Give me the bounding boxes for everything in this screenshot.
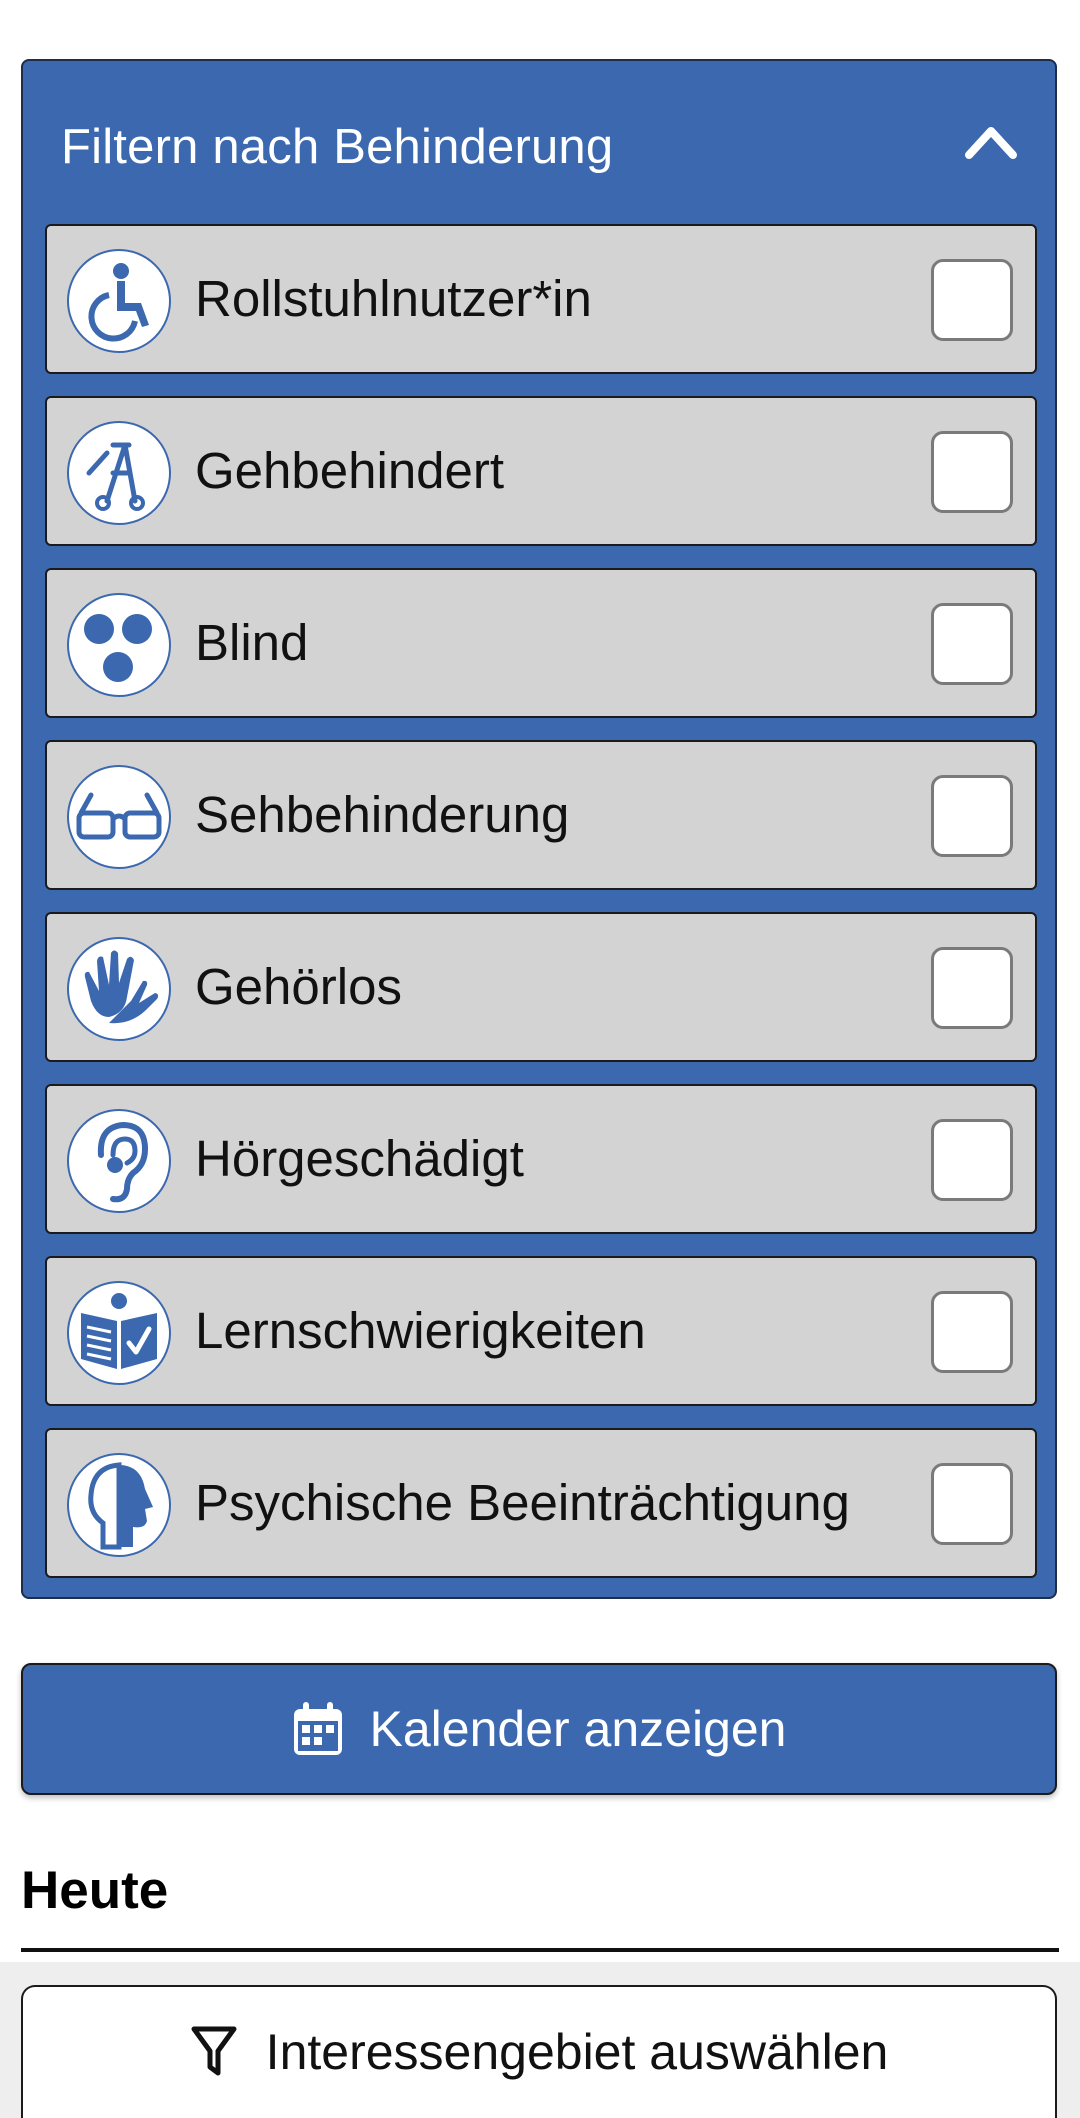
filter-item-mental-health[interactable]: Psychische Beeinträchtigung xyxy=(45,1428,1037,1578)
mental-health-checkbox[interactable] xyxy=(931,1463,1013,1545)
blind-dots-icon xyxy=(67,593,171,697)
filter-item-visual-impairment[interactable]: Sehbehinderung xyxy=(45,740,1037,890)
filter-item-hearing-impaired[interactable]: Hörgeschädigt xyxy=(45,1084,1037,1234)
filter-item-label: Rollstuhlnutzer*in xyxy=(195,270,592,327)
filter-panel-header[interactable]: Filtern nach Behinderung xyxy=(23,61,1055,221)
filter-item-label: Lernschwierigkeiten xyxy=(195,1302,646,1359)
show-calendar-button[interactable]: Kalender anzeigen xyxy=(21,1663,1057,1795)
blind-checkbox[interactable] xyxy=(931,603,1013,685)
filter-item-wheelchair[interactable]: Rollstuhlnutzer*in xyxy=(45,224,1037,374)
disability-filter-panel: Filtern nach Behinderung Rollstuhlnutzer… xyxy=(21,59,1057,1599)
filter-item-deaf[interactable]: Gehörlos xyxy=(45,912,1037,1062)
glasses-icon xyxy=(67,765,171,869)
wheelchair-checkbox[interactable] xyxy=(931,259,1013,341)
show-calendar-label: Kalender anzeigen xyxy=(369,1701,787,1757)
visual-impairment-checkbox[interactable] xyxy=(931,775,1013,857)
filter-item-blind[interactable]: Blind xyxy=(45,568,1037,718)
sign-language-icon xyxy=(67,937,171,1041)
select-interest-button[interactable]: Interessengebiet auswählen xyxy=(21,1985,1057,2118)
section-divider xyxy=(21,1948,1059,1952)
filter-item-label: Hörgeschädigt xyxy=(195,1130,524,1187)
walking-checkbox[interactable] xyxy=(931,431,1013,513)
hearing-impaired-checkbox[interactable] xyxy=(931,1119,1013,1201)
filter-item-walking[interactable]: Gehbehindert xyxy=(45,396,1037,546)
wheelchair-icon xyxy=(67,249,171,353)
filter-item-learning-difficulties[interactable]: Lernschwierigkeiten xyxy=(45,1256,1037,1406)
filter-item-label: Gehbehindert xyxy=(195,442,505,499)
calendar-icon xyxy=(293,1702,342,1755)
section-title-today: Heute xyxy=(21,1861,169,1920)
learning-difficulties-checkbox[interactable] xyxy=(931,1291,1013,1373)
ear-icon xyxy=(67,1109,171,1213)
walker-icon xyxy=(67,421,171,525)
filter-item-label: Psychische Beeinträchtigung xyxy=(195,1474,850,1531)
deaf-checkbox[interactable] xyxy=(931,947,1013,1029)
select-interest-label: Interessengebiet auswählen xyxy=(265,2024,889,2080)
filter-panel-title: Filtern nach Behinderung xyxy=(61,120,614,174)
head-profile-icon xyxy=(67,1453,171,1557)
chevron-up-icon[interactable] xyxy=(963,121,1019,161)
filter-item-label: Blind xyxy=(195,614,309,671)
filter-funnel-icon xyxy=(191,2026,237,2076)
easy-read-icon xyxy=(67,1281,171,1385)
filter-item-label: Gehörlos xyxy=(195,958,402,1015)
filter-item-label: Sehbehinderung xyxy=(195,786,570,843)
